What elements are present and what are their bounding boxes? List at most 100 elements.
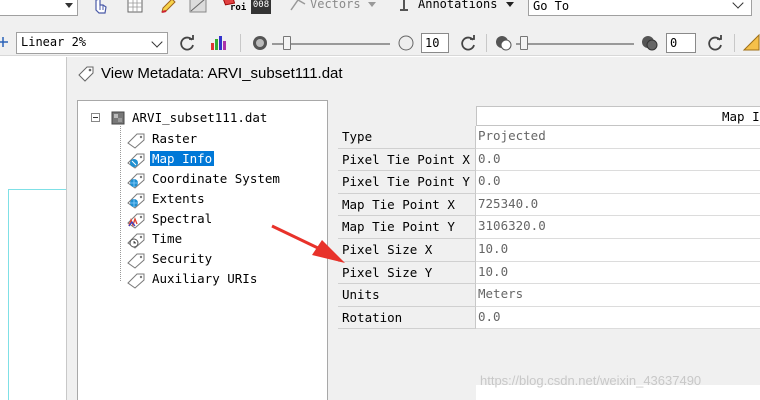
dialog-title: View Metadata: ARVI_subset111.dat <box>101 65 343 82</box>
transparency-value: 0 <box>670 36 678 50</box>
grid-row[interactable]: Pixel Tie Point Y 0.0 <box>338 171 760 194</box>
tree-root-label: ARVI_subset111.dat <box>132 110 268 125</box>
brightness-high-icon <box>398 35 414 51</box>
grid-key: Pixel Tie Point X <box>342 151 470 167</box>
grid-key-cell: Pixel Size Y <box>338 261 476 285</box>
metadata-tree[interactable]: ARVI_subset111.dat Raster Map Info Coordin… <box>77 100 328 400</box>
grid-key: Pixel Size Y <box>342 264 433 280</box>
brightness-input[interactable]: 10 <box>421 33 449 53</box>
brightness-value: 10 <box>425 36 440 50</box>
chevron-down-icon <box>732 0 744 9</box>
grid-value: 3106320.0 <box>478 218 546 234</box>
top-toolbar: roi 008 Vectors Annotations Go To <box>0 0 760 17</box>
spectral-tag-icon <box>127 213 145 229</box>
grid-header: Map In <box>476 106 760 126</box>
grid-value-cell[interactable]: Meters <box>476 284 760 307</box>
tag-icon <box>127 273 145 289</box>
annotations-menu[interactable]: Annotations <box>418 0 497 11</box>
watermark: https://blog.csdn.net/weixin_43637490 <box>480 373 702 388</box>
transparency-high-icon <box>642 36 658 51</box>
image-view[interactable] <box>0 57 66 400</box>
grid-value-cell[interactable]: Projected <box>476 126 760 149</box>
metadata-dialog: View Metadata: ARVI_subset111.dat ARVI_s… <box>66 57 760 400</box>
grid-key-cell: Map Tie Point Y <box>338 216 476 239</box>
grid-key-cell: Map Tie Point X <box>338 193 476 217</box>
grid-value-cell[interactable]: 3106320.0 <box>476 216 760 239</box>
grid-value: 10.0 <box>478 241 509 256</box>
image-boundary <box>8 189 66 190</box>
tree-item-label: Coordinate System <box>152 171 280 186</box>
grid-value-cell[interactable]: 0.0 <box>476 148 760 172</box>
globe-tag-icon <box>127 173 145 189</box>
transparency-slider-track[interactable] <box>516 43 634 45</box>
toolbar-divider <box>486 34 487 52</box>
histogram-icon[interactable] <box>208 33 228 53</box>
grid-key: Map Tie Point X <box>342 196 455 212</box>
move-icon[interactable] <box>0 36 9 48</box>
tree-item-label: Raster <box>152 131 198 146</box>
collapse-icon[interactable] <box>91 113 100 122</box>
goto-field[interactable]: Go To <box>533 0 569 13</box>
grid-row[interactable]: Map Tie Point X 725340.0 <box>338 193 760 217</box>
grid-row[interactable]: Pixel Size Y 10.0 <box>338 261 760 285</box>
grid-key-cell: Type <box>338 126 476 149</box>
raster-file-icon <box>111 111 125 125</box>
grid-row[interactable]: Pixel Size X 10.0 <box>338 239 760 262</box>
counter-label: 008 <box>252 0 270 10</box>
vectors-dropdown-icon <box>368 2 376 7</box>
grid-key: Pixel Tie Point Y <box>342 174 470 190</box>
grid-key: Pixel Size X <box>342 242 433 257</box>
grid-value-cell[interactable]: 0.0 <box>476 306 760 330</box>
grid-value-cell[interactable]: 725340.0 <box>476 193 760 217</box>
grid-row[interactable]: Map Tie Point Y 3106320.0 <box>338 216 760 239</box>
image-boundary <box>8 189 9 400</box>
roi-label: roi <box>230 3 247 13</box>
counter-box[interactable]: 008 <box>251 0 271 14</box>
erase-icon[interactable] <box>188 0 208 16</box>
tag-icon <box>127 253 145 269</box>
grid-key-cell: Rotation <box>338 306 476 330</box>
stretch-combo[interactable]: Linear 2% <box>16 32 168 54</box>
grid-header-label: Map In <box>722 109 760 124</box>
transparency-reset-icon[interactable] <box>705 33 725 53</box>
tree-item-label: Time <box>152 231 183 246</box>
tag-icon <box>78 66 94 82</box>
annotations-icon[interactable] <box>394 0 414 14</box>
pencil-icon[interactable] <box>158 0 178 16</box>
transparency-slider-thumb[interactable] <box>520 36 528 50</box>
grid-row[interactable]: Rotation 0.0 <box>338 306 760 330</box>
grid-row[interactable]: Type Projected <box>338 126 760 149</box>
grid-value-cell[interactable]: 0.0 <box>476 171 760 194</box>
grid-value: Projected <box>478 128 546 143</box>
hand-pointer-icon[interactable] <box>90 0 110 16</box>
metadata-grid: Map In Type Projected Pixel Tie Point X 0.0… <box>338 106 760 400</box>
grid-value: 0.0 <box>478 173 501 189</box>
brightness-low-icon <box>253 36 267 50</box>
goto-combo[interactable]: Go To <box>528 0 752 16</box>
display-toolbar: Linear 2% 10 0 <box>0 30 760 56</box>
toolbar-spacer <box>0 17 760 30</box>
tree-item-label: Map Info <box>150 151 215 166</box>
grid-key: Rotation <box>342 309 403 325</box>
vectors-icon[interactable] <box>288 0 308 14</box>
refresh-icon[interactable] <box>177 33 197 53</box>
toolbar-divider <box>240 34 241 52</box>
grid-row[interactable]: Pixel Tie Point X 0.0 <box>338 148 760 172</box>
brightness-slider-thumb[interactable] <box>283 36 291 50</box>
stretch-value: Linear 2% <box>21 35 87 49</box>
brightness-reset-icon[interactable] <box>458 33 478 53</box>
grid-value-cell[interactable]: 10.0 <box>476 261 760 285</box>
grid-value-cell[interactable]: 10.0 <box>476 239 760 262</box>
ruler-icon[interactable] <box>742 33 760 53</box>
grid-row[interactable]: Units Meters <box>338 284 760 307</box>
table-icon[interactable] <box>125 0 145 16</box>
layer-combo[interactable] <box>0 0 78 16</box>
transparency-input[interactable]: 0 <box>666 33 696 53</box>
tree-item-label: Auxiliary URIs <box>152 271 258 286</box>
toolbar-divider <box>734 34 735 52</box>
tree-item-label: Spectral <box>152 211 213 226</box>
grid-key-cell: Pixel Tie Point X <box>338 148 476 172</box>
grid-value: 10.0 <box>478 263 509 279</box>
vectors-menu[interactable]: Vectors <box>310 0 361 11</box>
grid-key: Type <box>342 129 373 144</box>
